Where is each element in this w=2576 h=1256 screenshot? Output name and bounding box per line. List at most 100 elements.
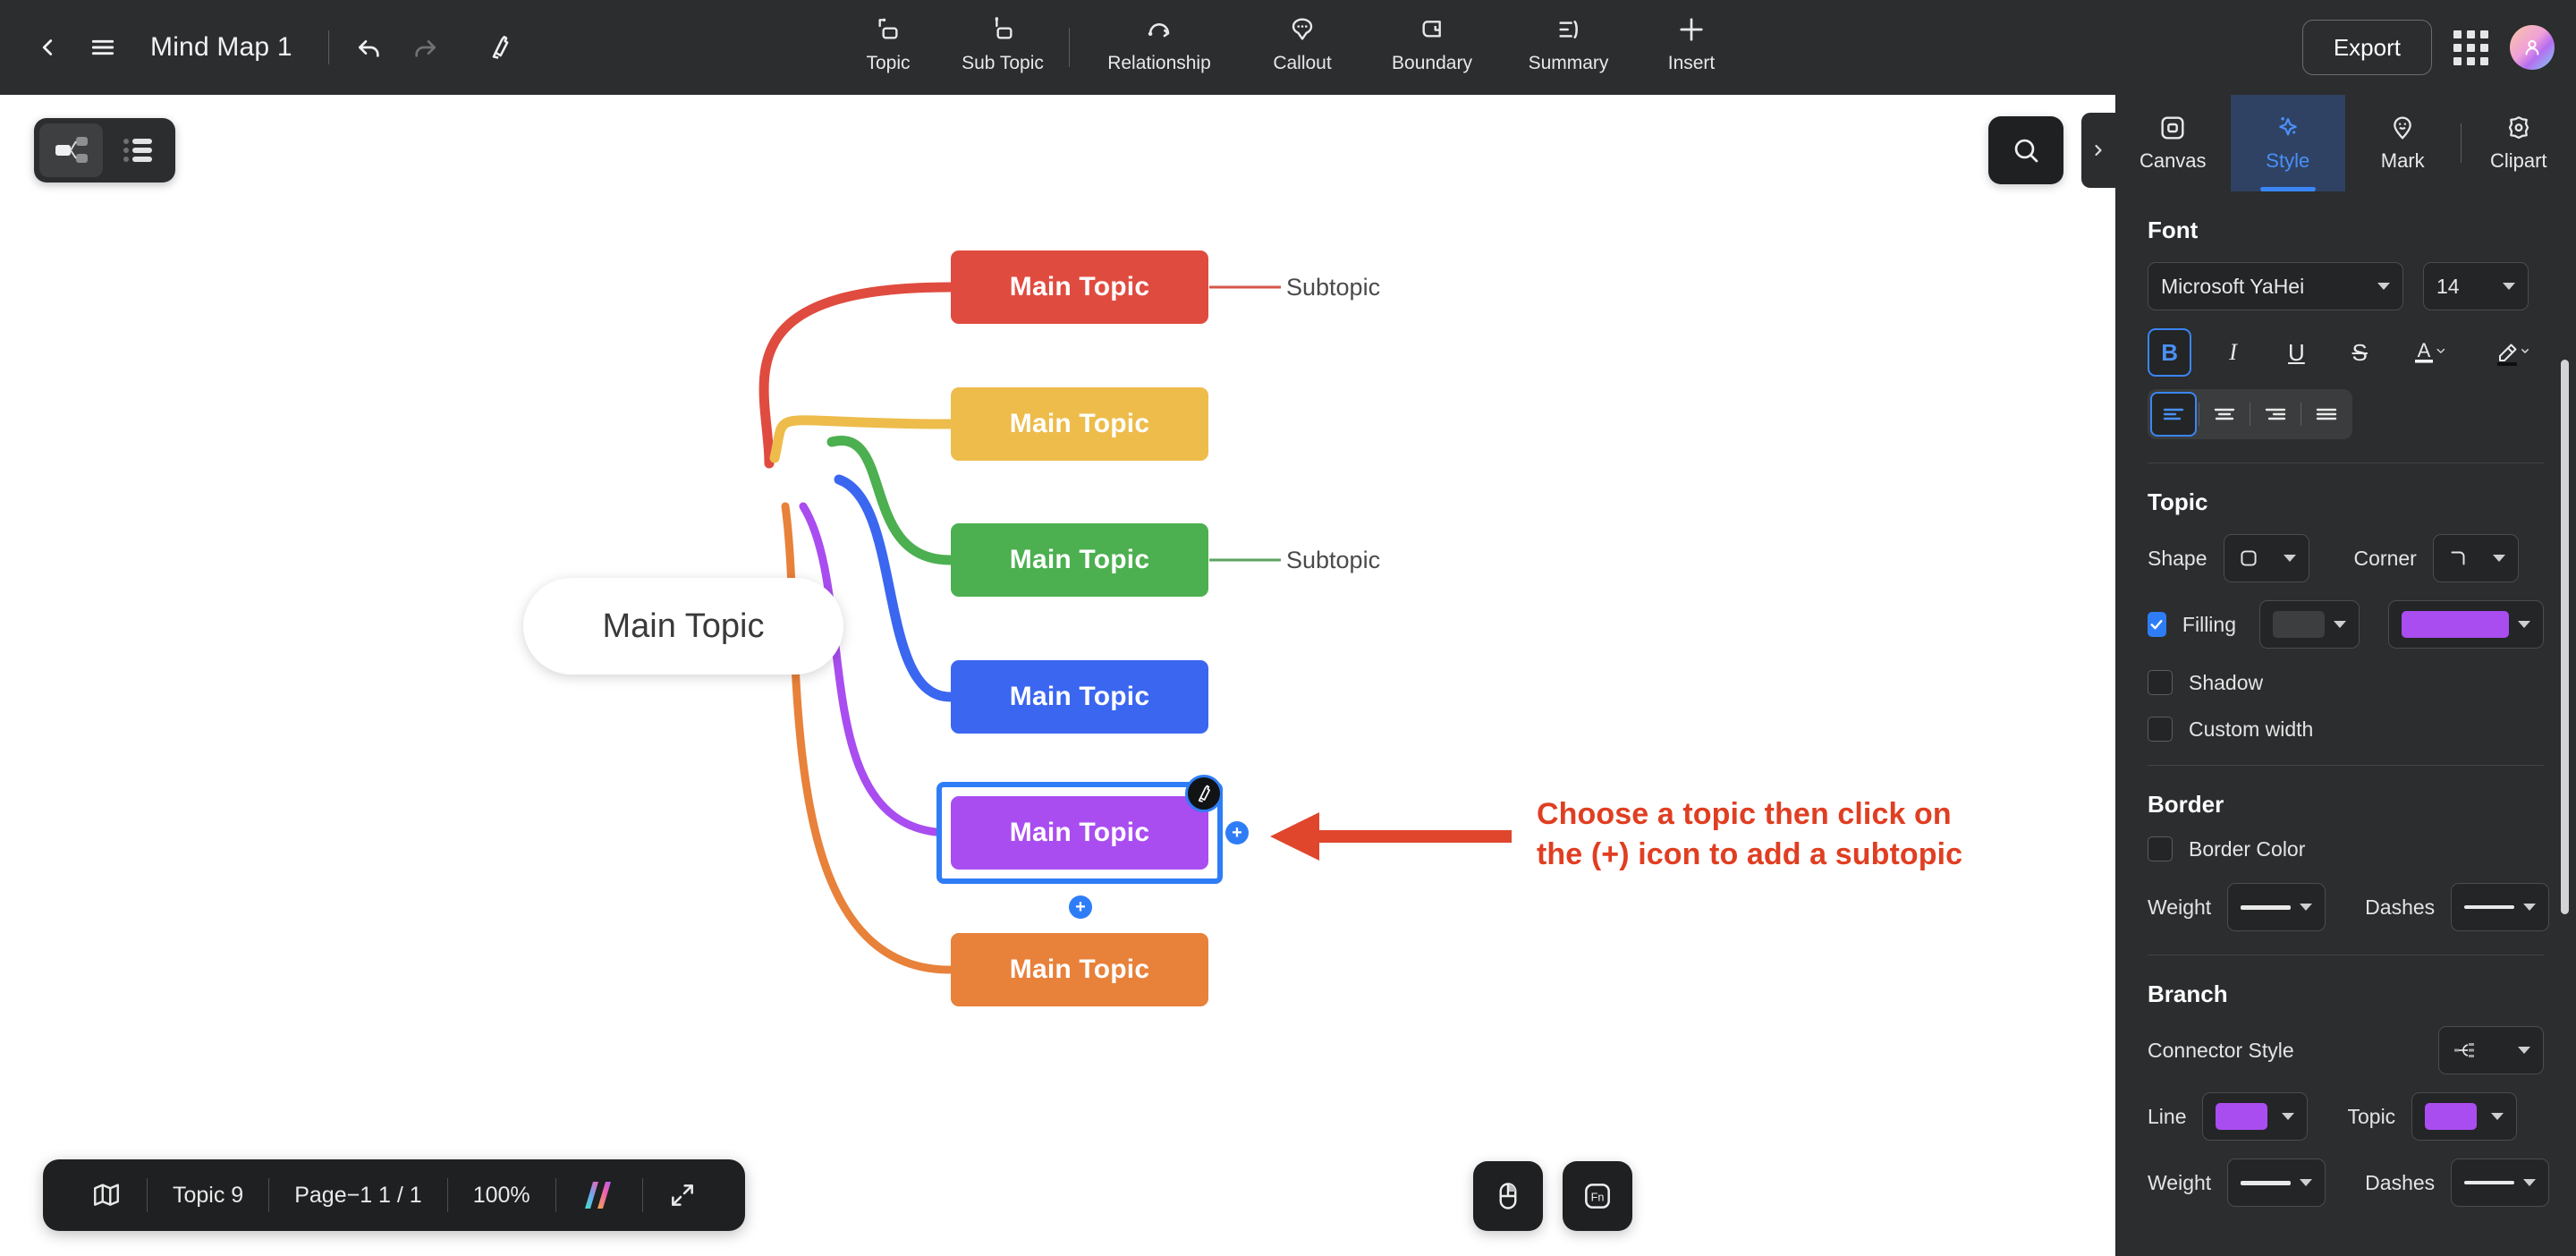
format-painter-button[interactable] bbox=[472, 20, 528, 75]
branch-topic-label: Topic bbox=[2347, 1104, 2396, 1128]
align-justify-button[interactable] bbox=[2303, 392, 2350, 437]
add-subtopic-below-button[interactable]: + bbox=[1069, 895, 1092, 919]
mouse-shortcuts-button[interactable] bbox=[1473, 1161, 1543, 1231]
document-title[interactable]: Mind Map 1 bbox=[150, 32, 292, 63]
panel-body: Font Microsoft YaHei 14 B I U S A Topic … bbox=[2115, 216, 2576, 1256]
root-node[interactable]: Main Topic bbox=[523, 578, 843, 675]
tool-callout[interactable]: Callout bbox=[1240, 0, 1365, 95]
branch-dashes-select[interactable] bbox=[2451, 1158, 2550, 1207]
filling-pattern-select[interactable] bbox=[2259, 600, 2360, 649]
subtopic-label[interactable]: Subtopic bbox=[1286, 547, 1380, 574]
hamburger-menu-icon bbox=[91, 39, 114, 55]
connector-style-select[interactable] bbox=[2438, 1026, 2544, 1074]
avatar[interactable] bbox=[2510, 25, 2555, 70]
undo-button[interactable] bbox=[342, 20, 397, 75]
toolbar-divider bbox=[327, 30, 329, 64]
topic-node[interactable]: Main Topic bbox=[951, 523, 1208, 597]
format-painter-badge[interactable] bbox=[1185, 775, 1223, 812]
topic-count[interactable]: Topic 9 bbox=[148, 1159, 268, 1231]
chevron-down-icon bbox=[2377, 283, 2390, 290]
branch-weight-select[interactable] bbox=[2227, 1158, 2326, 1207]
section-border: Border Border Color Weight Dashes bbox=[2115, 791, 2576, 955]
font-size-select[interactable]: 14 bbox=[2423, 262, 2529, 310]
strikethrough-button[interactable]: S bbox=[2338, 328, 2382, 377]
back-button[interactable] bbox=[20, 20, 75, 75]
view-mode-outline[interactable] bbox=[106, 123, 170, 177]
topic-node-selected[interactable]: Main Topic bbox=[951, 796, 1208, 870]
filling-checkbox[interactable] bbox=[2148, 612, 2166, 637]
section-heading: Branch bbox=[2148, 980, 2228, 1007]
status-bar: Topic 9 Page−1 1 / 1 100% bbox=[43, 1159, 745, 1231]
tool-label: Sub Topic bbox=[962, 53, 1044, 73]
font-family-select[interactable]: Microsoft YaHei bbox=[2148, 262, 2403, 310]
shape-select[interactable] bbox=[2223, 534, 2309, 582]
panel-scrollbar[interactable] bbox=[2561, 360, 2569, 914]
rounded-square-icon bbox=[2240, 550, 2257, 566]
topic-node[interactable]: Main Topic bbox=[951, 933, 1208, 1006]
align-right-button[interactable] bbox=[2252, 392, 2299, 437]
align-center-icon bbox=[2214, 408, 2235, 420]
bold-button[interactable]: B bbox=[2148, 328, 2192, 377]
apps-grid-icon[interactable] bbox=[2453, 30, 2488, 65]
tool-topic[interactable]: Topic bbox=[831, 0, 945, 95]
chevron-down-icon bbox=[2283, 555, 2296, 562]
subtopic-label[interactable]: Subtopic bbox=[1286, 274, 1380, 301]
custom-width-checkbox[interactable] bbox=[2148, 717, 2173, 742]
dashes-label: Dashes bbox=[2365, 895, 2436, 919]
sub-topic-icon bbox=[988, 13, 1017, 47]
tool-label: Summary bbox=[1528, 53, 1609, 73]
fullscreen-button[interactable] bbox=[643, 1159, 722, 1231]
filling-pattern-swatch bbox=[2273, 611, 2325, 638]
zoom-level[interactable]: 100% bbox=[448, 1159, 555, 1231]
view-mode-mindmap[interactable] bbox=[39, 123, 103, 177]
tool-boundary[interactable]: Boundary bbox=[1365, 0, 1499, 95]
redo-button[interactable] bbox=[397, 20, 453, 75]
highlight-color-button[interactable] bbox=[2482, 328, 2544, 377]
svg-text:Fn: Fn bbox=[1591, 1192, 1605, 1204]
mindmap-canvas[interactable]: Main Topic Main Topic Subtopic Main Topi… bbox=[0, 95, 2115, 1256]
add-subtopic-right-button[interactable]: + bbox=[1225, 821, 1249, 844]
border-color-checkbox[interactable] bbox=[2148, 836, 2173, 861]
tab-canvas[interactable]: Canvas bbox=[2115, 95, 2231, 191]
check-icon bbox=[2151, 620, 2163, 630]
border-dashes-select[interactable] bbox=[2451, 883, 2550, 931]
tool-sub-topic[interactable]: Sub Topic bbox=[945, 0, 1060, 95]
tab-style[interactable]: Style bbox=[2230, 95, 2345, 191]
brand-logo-button[interactable] bbox=[556, 1159, 642, 1231]
page-indicator[interactable]: Page−1 1 / 1 bbox=[269, 1159, 446, 1231]
tool-insert[interactable]: Insert bbox=[1638, 0, 1745, 95]
align-left-button[interactable] bbox=[2150, 392, 2197, 437]
topic-node[interactable]: Main Topic bbox=[951, 660, 1208, 734]
fn-shortcuts-button[interactable]: Fn bbox=[1563, 1161, 1632, 1231]
fn-keyboard-icon: Fn bbox=[1585, 1184, 1610, 1209]
underline-button[interactable]: U bbox=[2275, 328, 2318, 377]
font-color-button[interactable]: A bbox=[2402, 328, 2463, 377]
clipart-flower-icon bbox=[2508, 116, 2529, 140]
chevron-down-icon bbox=[2518, 621, 2530, 628]
tool-summary[interactable]: Summary bbox=[1499, 0, 1638, 95]
corner-select[interactable] bbox=[2432, 534, 2519, 582]
italic-button[interactable]: I bbox=[2211, 328, 2255, 377]
tool-label: Topic bbox=[866, 53, 911, 73]
branch-topic-color-select[interactable] bbox=[2411, 1092, 2518, 1141]
panel-collapse-button[interactable] bbox=[2081, 113, 2115, 188]
chevron-down-icon bbox=[2282, 1113, 2295, 1120]
canvas-icon bbox=[2161, 116, 2184, 140]
branch-line-color-select[interactable] bbox=[2202, 1092, 2309, 1141]
search-button[interactable] bbox=[1988, 116, 2063, 184]
menu-button[interactable] bbox=[75, 20, 131, 75]
export-button[interactable]: Export bbox=[2301, 20, 2432, 75]
tool-label: Boundary bbox=[1392, 53, 1472, 73]
tab-mark[interactable]: Mark bbox=[2345, 95, 2461, 191]
chevron-down-icon bbox=[2300, 1179, 2313, 1186]
shadow-checkbox[interactable] bbox=[2148, 670, 2173, 695]
minimap-button[interactable] bbox=[66, 1159, 147, 1231]
topic-node[interactable]: Main Topic bbox=[951, 387, 1208, 461]
align-center-button[interactable] bbox=[2201, 392, 2248, 437]
filling-color-select[interactable] bbox=[2388, 600, 2544, 649]
text-highlight-icon bbox=[2496, 344, 2529, 366]
tool-relationship[interactable]: Relationship bbox=[1079, 0, 1240, 95]
border-weight-select[interactable] bbox=[2227, 883, 2326, 931]
tab-clipart[interactable]: Clipart bbox=[2462, 95, 2576, 191]
topic-node[interactable]: Main Topic bbox=[951, 250, 1208, 324]
